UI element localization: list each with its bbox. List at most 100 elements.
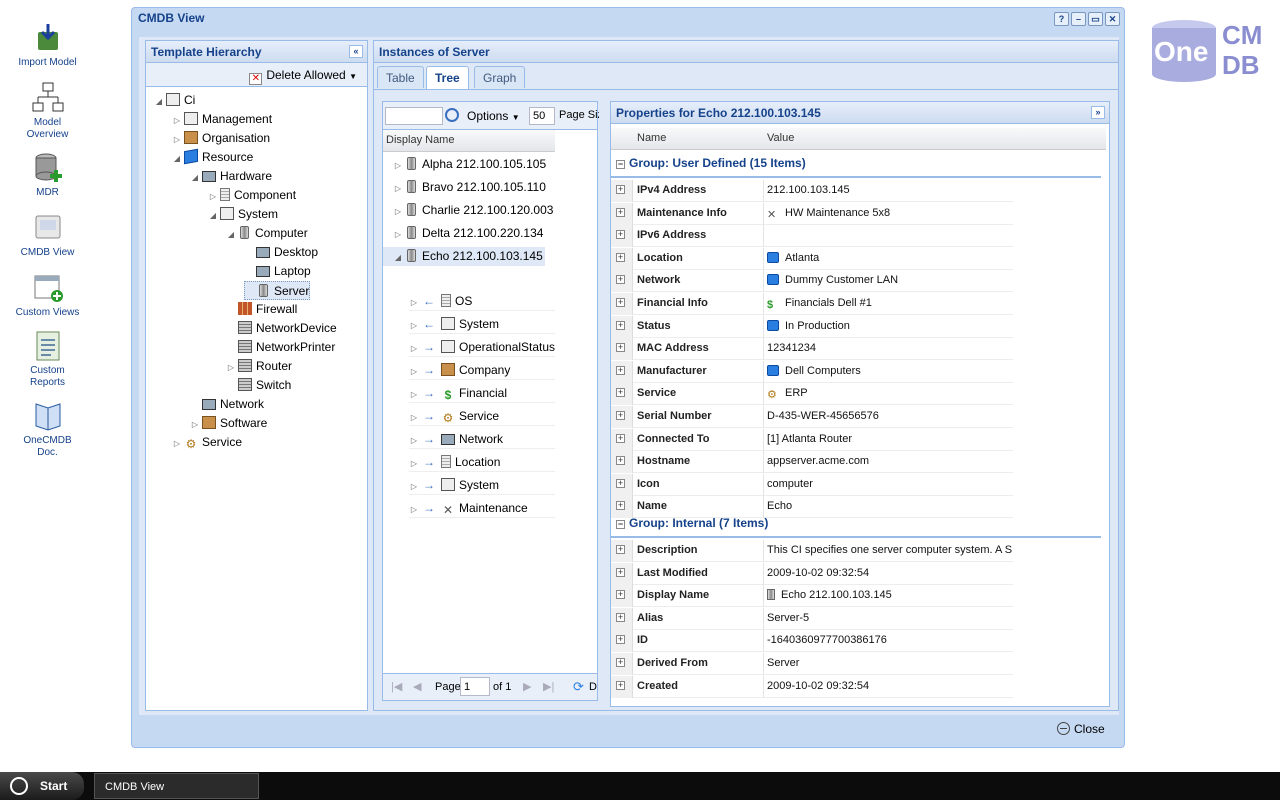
expand-arrow-icon[interactable]: ▷: [409, 316, 419, 335]
expand-plus-icon[interactable]: +: [616, 501, 625, 511]
template-tree-item[interactable]: Desktop: [244, 243, 318, 262]
property-row[interactable]: + Network Dummy Customer LAN: [611, 270, 1013, 293]
collapse-arrow-icon[interactable]: ◢: [190, 168, 200, 187]
expand-arrow-icon[interactable]: ▷: [409, 408, 419, 427]
template-tree-item[interactable]: ▷ Management: [172, 110, 272, 129]
expand-arrow-icon[interactable]: ▷: [393, 156, 403, 175]
expand-arrow-icon[interactable]: ▷: [393, 225, 403, 244]
expand-plus-icon[interactable]: +: [616, 567, 625, 577]
desktop-icon-onecmdb-doc[interactable]: OneCMDB Doc.: [0, 400, 95, 459]
relation-item[interactable]: ▷ → ✕ Maintenance: [409, 499, 555, 518]
group-user-defined[interactable]: − Group: User Defined (15 Items): [611, 156, 1101, 178]
group-collapse-icon[interactable]: −: [616, 520, 625, 529]
desktop-icon-model-overview[interactable]: Model Overview: [0, 82, 95, 141]
window-titlebar[interactable]: CMDB View ? – ▭ ✕: [132, 8, 1124, 28]
expand-plus-icon[interactable]: +: [616, 207, 625, 217]
expand-arrow-icon[interactable]: ▷: [409, 293, 419, 312]
close-button[interactable]: Close: [1057, 722, 1105, 736]
desktop-icon-custom-reports[interactable]: Custom Reports: [0, 330, 95, 389]
template-tree-item[interactable]: ◢ Ci: [154, 91, 195, 110]
property-row[interactable]: + Alias Server-5: [611, 607, 1013, 630]
expand-plus-icon[interactable]: +: [616, 343, 625, 353]
relation-item[interactable]: ▷ → Company: [409, 361, 555, 380]
property-row[interactable]: + Display Name Echo 212.100.103.145: [611, 585, 1013, 608]
expand-arrow-icon[interactable]: ▷: [409, 339, 419, 358]
relation-item[interactable]: ▷ → Location: [409, 453, 555, 472]
desktop-icon-import-model[interactable]: Import Model: [0, 22, 95, 69]
template-tree-item[interactable]: Laptop: [244, 262, 311, 281]
template-tree-item[interactable]: ▷ Component: [208, 186, 296, 205]
expand-plus-icon[interactable]: +: [616, 590, 625, 600]
expand-arrow-icon[interactable]: ▷: [208, 187, 218, 206]
instance-item[interactable]: ▷ Bravo 212.100.105.110: [393, 178, 555, 197]
property-row[interactable]: + Icon computer: [611, 473, 1013, 496]
property-row[interactable]: + Financial Info $ Financials Dell #1: [611, 293, 1013, 315]
desktop-icon-custom-views[interactable]: Custom Views: [0, 272, 95, 319]
property-row[interactable]: + Manufacturer Dell Computers: [611, 360, 1013, 383]
search-icon[interactable]: [445, 108, 459, 122]
expand-plus-icon[interactable]: +: [616, 320, 625, 330]
expand-plus-icon[interactable]: +: [616, 365, 625, 375]
expand-plus-icon[interactable]: +: [616, 275, 625, 285]
expand-plus-icon[interactable]: +: [616, 433, 625, 443]
property-row[interactable]: + IPv6 Address: [611, 225, 1013, 248]
template-tree-item[interactable]: ▷ Router: [226, 357, 292, 376]
start-button[interactable]: Start: [0, 772, 84, 800]
help-button[interactable]: ?: [1054, 12, 1069, 26]
expand-plus-icon[interactable]: +: [616, 230, 625, 240]
collapse-arrow-icon[interactable]: ◢: [172, 149, 182, 168]
template-tree-item[interactable]: ◢ Computer: [226, 224, 308, 243]
relation-item[interactable]: ▷ ← System: [409, 315, 555, 334]
first-page-icon[interactable]: |◀: [391, 680, 402, 693]
template-tree-item[interactable]: Server: [244, 281, 311, 300]
expand-plus-icon[interactable]: +: [616, 680, 625, 690]
next-page-icon[interactable]: ▶: [523, 680, 531, 693]
property-row[interactable]: + Derived From Server: [611, 653, 1013, 675]
property-row[interactable]: + Connected To [1] Atlanta Router: [611, 428, 1013, 451]
template-tree-item[interactable]: ▷ Software: [190, 414, 267, 433]
tab-tree[interactable]: Tree: [426, 66, 469, 89]
instance-column-header[interactable]: Display Name: [383, 130, 555, 152]
prev-page-icon[interactable]: ◀: [413, 680, 421, 693]
expand-plus-icon[interactable]: +: [616, 612, 625, 622]
instance-item[interactable]: ▷ Alpha 212.100.105.105: [393, 155, 555, 174]
expand-arrow-icon[interactable]: ▷: [172, 434, 182, 453]
template-tree-item[interactable]: Network: [190, 395, 264, 414]
instance-item[interactable]: ◢ Echo 212.100.103.145: [383, 247, 545, 266]
expand-plus-icon[interactable]: +: [616, 635, 625, 645]
collapse-left-icon[interactable]: «: [349, 45, 363, 58]
collapse-arrow-icon[interactable]: ◢: [154, 92, 164, 111]
relation-item[interactable]: ▷ ← OS: [409, 292, 555, 311]
relation-item[interactable]: ▷ → ⚙ Service: [409, 407, 555, 426]
collapse-arrow-icon[interactable]: ◢: [393, 248, 403, 267]
property-row[interactable]: + ID -1640360977700386176: [611, 630, 1013, 653]
expand-plus-icon[interactable]: +: [616, 478, 625, 488]
template-tree-item[interactable]: ◢ Hardware: [190, 167, 272, 186]
property-row[interactable]: + Status In Production: [611, 315, 1013, 338]
expand-arrow-icon[interactable]: ▷: [172, 111, 182, 130]
group-collapse-icon[interactable]: −: [616, 160, 625, 169]
desktop-icon-mdr[interactable]: MDR: [0, 152, 95, 199]
expand-plus-icon[interactable]: +: [616, 298, 625, 307]
page-number-input[interactable]: [460, 677, 490, 696]
template-tree-item[interactable]: ▷ ⚙ Service: [172, 433, 242, 452]
template-tree-item[interactable]: NetworkDevice: [226, 319, 337, 338]
template-tree-item[interactable]: Firewall: [226, 300, 297, 319]
expand-arrow-icon[interactable]: ▷: [409, 477, 419, 496]
property-row[interactable]: + Location Atlanta: [611, 247, 1013, 270]
expand-right-icon[interactable]: »: [1091, 106, 1105, 119]
expand-plus-icon[interactable]: +: [616, 658, 625, 667]
template-tree-item[interactable]: ◢ Resource: [172, 148, 253, 167]
collapse-arrow-icon[interactable]: ◢: [226, 225, 236, 244]
maximize-button[interactable]: ▭: [1088, 12, 1103, 26]
name-column[interactable]: Name: [637, 132, 666, 144]
expand-arrow-icon[interactable]: ▷: [190, 415, 200, 434]
expand-plus-icon[interactable]: +: [616, 252, 625, 262]
tab-table[interactable]: Table: [377, 66, 424, 88]
expand-plus-icon[interactable]: +: [616, 545, 625, 554]
expand-arrow-icon[interactable]: ▷: [393, 179, 403, 198]
relation-item[interactable]: ▷ → OperationalStatus: [409, 338, 555, 357]
template-tree-item[interactable]: Switch: [226, 376, 291, 395]
template-tree-item[interactable]: ◢ System: [208, 205, 278, 224]
property-row[interactable]: + Last Modified 2009-10-02 09:32:54: [611, 562, 1013, 585]
